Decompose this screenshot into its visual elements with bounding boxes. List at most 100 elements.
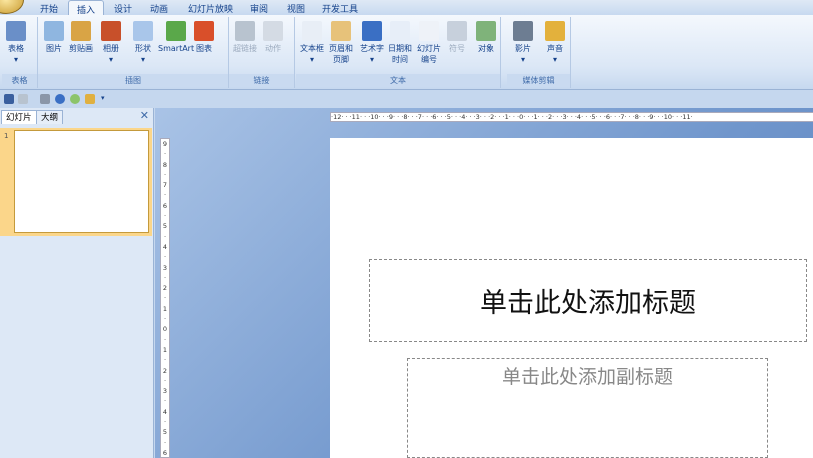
ribbon-button-1-0[interactable]: 图片 — [44, 21, 64, 54]
button-icon — [133, 21, 153, 41]
button-label: 日期和 — [388, 44, 412, 53]
ribbon-button-3-0[interactable]: 文本框 ▾ — [300, 21, 324, 65]
button-label: 相册 — [103, 44, 119, 53]
undo-icon[interactable] — [18, 94, 28, 104]
button-sublabel: ▾ — [309, 55, 314, 64]
button-icon — [419, 21, 439, 41]
button-icon — [166, 21, 187, 41]
ribbon-button-1-3[interactable]: 形状 ▾ — [133, 21, 153, 65]
button-icon — [545, 21, 565, 41]
ribbon-button-3-5[interactable]: 符号 — [447, 21, 467, 54]
tab-7[interactable]: 开发工具 — [322, 2, 358, 15]
tab-1[interactable]: 插入 — [68, 0, 105, 16]
ruler-tick: · — [163, 212, 167, 221]
slide-thumbnail[interactable] — [14, 130, 149, 233]
ruler-tick: · — [163, 294, 167, 303]
button-label: 表格 — [8, 44, 24, 53]
button-icon — [194, 21, 214, 41]
button-icon — [263, 21, 283, 41]
ribbon-button-4-1[interactable]: 声音 ▾ — [545, 21, 565, 65]
paste-icon[interactable] — [85, 94, 95, 104]
button-icon — [447, 21, 467, 41]
subtitle-placeholder[interactable]: 单击此处添加副标题 — [407, 358, 768, 458]
tab-slides[interactable]: 幻灯片 — [1, 110, 37, 124]
save-icon[interactable] — [4, 94, 14, 104]
ruler-tick: 4 — [162, 407, 168, 416]
ruler-tick: · — [163, 253, 167, 262]
ruler-tick: · — [163, 376, 167, 385]
ribbon-button-3-4[interactable]: 幻灯片 编号 — [417, 21, 441, 65]
ruler-tick: · — [163, 438, 167, 447]
ruler-tick: · — [163, 335, 167, 344]
ruler-tick: 1 — [162, 304, 168, 313]
ribbon-button-1-2[interactable]: 相册 ▾ — [101, 21, 121, 65]
button-icon — [331, 21, 351, 41]
button-sublabel: ▾ — [520, 55, 525, 64]
ruler-tick: 8 — [162, 160, 168, 169]
button-icon — [101, 21, 121, 41]
button-sublabel: ▾ — [552, 55, 557, 64]
ruler-tick: 2 — [162, 284, 168, 293]
ruler-tick: 6 — [162, 201, 168, 210]
ruler-tick: 2 — [162, 366, 168, 375]
ribbon-button-3-3[interactable]: 日期和 时间 — [388, 21, 412, 65]
ruler-tick: 3 — [162, 263, 168, 272]
tab-0[interactable]: 开始 — [40, 2, 58, 15]
ribbon-button-2-1[interactable]: 动作 — [263, 21, 283, 54]
ruler-tick: 5 — [162, 428, 168, 437]
button-icon — [235, 21, 255, 41]
vertical-ruler: 9 · 8 · 7 · 6 · 5 · 4 · 3 · 2 · 1 · 0 · 1 · 2 · 3 · 4 · 5 · 6 — [160, 138, 170, 458]
ribbon-button-3-1[interactable]: 页眉和 页脚 — [329, 21, 353, 65]
button-label: 幻灯片 — [417, 44, 441, 53]
button-sublabel: ▾ — [13, 55, 18, 64]
tab-4[interactable]: 幻灯片放映 — [188, 2, 233, 15]
button-icon — [390, 21, 410, 41]
quick-access-toolbar: ▾ — [0, 92, 813, 106]
slide-editor: ·12· · ·11· · ·10· · ·9· · ·8· · ·7· · ·… — [155, 108, 813, 458]
tab-6[interactable]: 视图 — [287, 2, 305, 15]
tab-outline[interactable]: 大纲 — [36, 110, 64, 124]
ruler-tick: 0 — [162, 325, 168, 334]
tools-icon[interactable] — [40, 94, 50, 104]
ribbon-button-0-0[interactable]: 表格 ▾ — [6, 21, 26, 65]
ribbon-button-3-6[interactable]: 对象 — [476, 21, 496, 54]
ruler-tick: · — [163, 150, 167, 159]
ribbon-button-1-5[interactable]: 图表 — [194, 21, 214, 54]
button-label: 声音 — [547, 44, 563, 53]
button-label: 图片 — [46, 44, 62, 53]
group-2: 超链接 动作 链接 — [229, 17, 295, 88]
ruler-tick: · — [163, 418, 167, 427]
slide-thumbnail-item[interactable]: 1 — [0, 128, 152, 236]
button-icon — [6, 21, 26, 41]
globe-icon[interactable] — [70, 94, 80, 104]
group-label: 文本 — [296, 74, 500, 87]
title-placeholder[interactable]: 单击此处添加标题 — [369, 259, 807, 342]
button-icon — [362, 21, 382, 41]
slide-number: 1 — [4, 132, 9, 140]
group-label: 媒体剪辑 — [507, 74, 570, 87]
ribbon-button-1-4[interactable]: SmartArt — [158, 21, 194, 54]
ruler-tick: 4 — [162, 242, 168, 251]
tab-2[interactable]: 设计 — [114, 2, 132, 15]
tab-3[interactable]: 动画 — [150, 2, 168, 15]
button-sublabel: 页脚 — [333, 55, 349, 64]
button-label: 超链接 — [233, 44, 257, 53]
redo-icon[interactable] — [55, 94, 65, 104]
ribbon-button-1-1[interactable]: 剪贴画 — [69, 21, 93, 54]
ribbon-button-2-0[interactable]: 超链接 — [233, 21, 257, 54]
close-icon[interactable]: ✕ — [140, 109, 149, 122]
customize-dropdown-icon[interactable]: ▾ — [101, 94, 111, 104]
button-label: 剪贴画 — [69, 44, 93, 53]
slides-panel: 幻灯片 大纲 ✕ 1 — [0, 108, 154, 458]
tab-5[interactable]: 审阅 — [250, 2, 268, 15]
button-icon — [513, 21, 533, 41]
ribbon-button-4-0[interactable]: 影片 ▾ — [513, 21, 533, 65]
ruler-tick: · — [163, 191, 167, 200]
button-label: 对象 — [478, 44, 494, 53]
ruler-tick: 5 — [162, 222, 168, 231]
office-button[interactable] — [0, 0, 24, 14]
button-label: 文本框 — [300, 44, 324, 53]
button-label: 艺术字 — [360, 44, 384, 53]
ribbon-button-3-2[interactable]: 艺术字 ▾ — [360, 21, 384, 65]
button-label: 页眉和 — [329, 44, 353, 53]
